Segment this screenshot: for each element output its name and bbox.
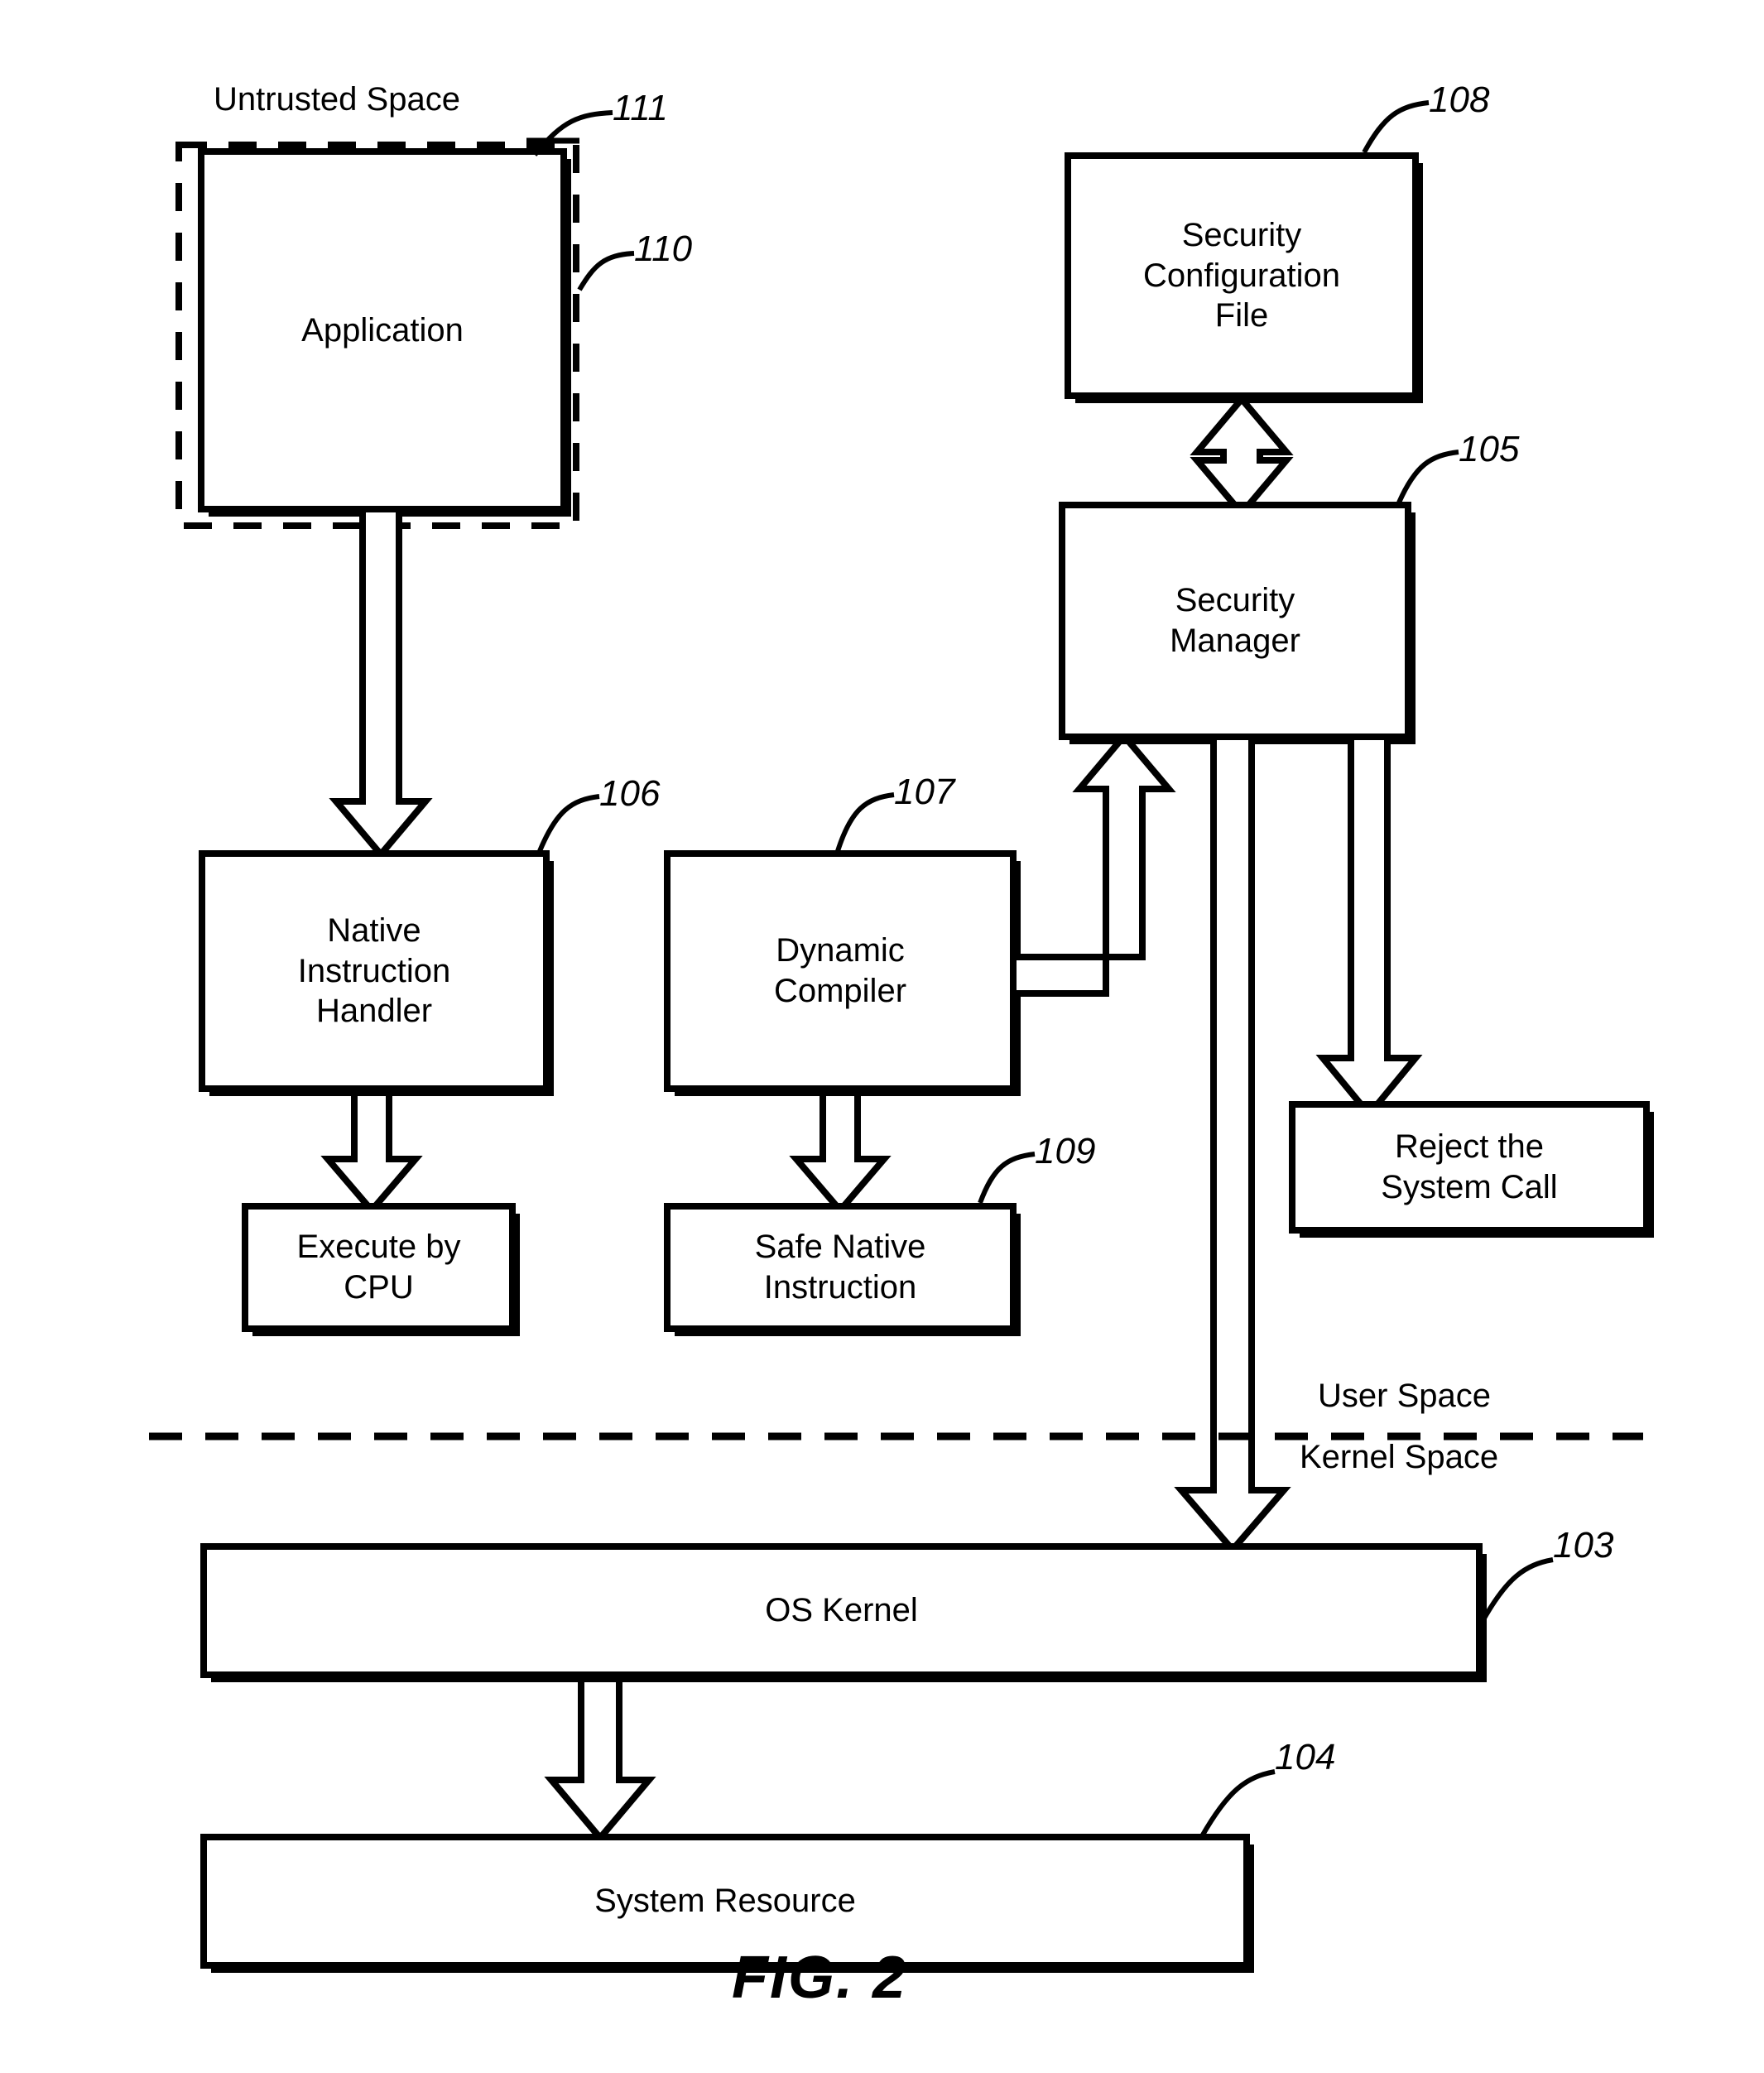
native-instruction-handler-box[interactable]	[199, 850, 550, 1092]
arrow-dynamic-compiler-to-security-manager	[1010, 730, 1176, 997]
leader-line-103	[1479, 1557, 1554, 1624]
security-manager-box[interactable]	[1059, 502, 1411, 740]
arrow-dynamic-compiler-to-safe-native	[789, 1089, 892, 1216]
ref-number-105: 105	[1459, 429, 1520, 469]
arrow-security-manager-to-reject-system-call	[1315, 733, 1423, 1120]
leader-line-110	[577, 251, 635, 291]
kernel-space-label: Kernel Space	[1300, 1439, 1499, 1475]
leader-line-109	[978, 1152, 1036, 1205]
leader-line-106	[537, 794, 600, 853]
arrow-os-kernel-to-system-resource	[544, 1676, 656, 1844]
ref-number-110: 110	[634, 228, 693, 269]
leader-line-104	[1199, 1769, 1276, 1838]
os-kernel-box[interactable]	[200, 1543, 1483, 1678]
arrow-application-to-native-handler	[329, 506, 433, 860]
system-resource-box[interactable]	[200, 1834, 1250, 1969]
arrow-security-manager-to-os-kernel	[1174, 733, 1291, 1556]
ref-number-108: 108	[1429, 79, 1490, 120]
ref-number-109: 109	[1035, 1131, 1096, 1171]
patent-figure: Untrusted Space 111 Application 110 Nati…	[0, 0, 1764, 2073]
arrow-config-file-security-manager-bidirectional	[1190, 393, 1294, 519]
user-space-label: User Space	[1318, 1378, 1491, 1414]
application-box[interactable]	[198, 148, 567, 512]
ref-number-106: 106	[599, 773, 661, 814]
leader-line-108	[1362, 100, 1430, 154]
leader-line-105	[1396, 450, 1459, 504]
arrow-native-handler-to-execute-cpu	[320, 1089, 423, 1216]
ref-number-104: 104	[1275, 1737, 1336, 1777]
security-configuration-file-box[interactable]	[1065, 152, 1419, 399]
ref-number-103: 103	[1553, 1525, 1614, 1566]
execute-by-cpu-box[interactable]	[242, 1203, 516, 1332]
safe-native-instruction-box[interactable]	[664, 1203, 1017, 1332]
reject-system-call-box[interactable]	[1289, 1101, 1650, 1234]
dynamic-compiler-box[interactable]	[664, 850, 1017, 1092]
leader-line-107	[835, 792, 895, 852]
figure-caption: FIG. 2	[732, 1945, 908, 2011]
ref-number-111: 111	[613, 88, 668, 128]
untrusted-space-label: Untrusted Space	[214, 81, 460, 118]
ref-number-107: 107	[894, 772, 955, 812]
figure-canvas	[149, 100, 1654, 1973]
